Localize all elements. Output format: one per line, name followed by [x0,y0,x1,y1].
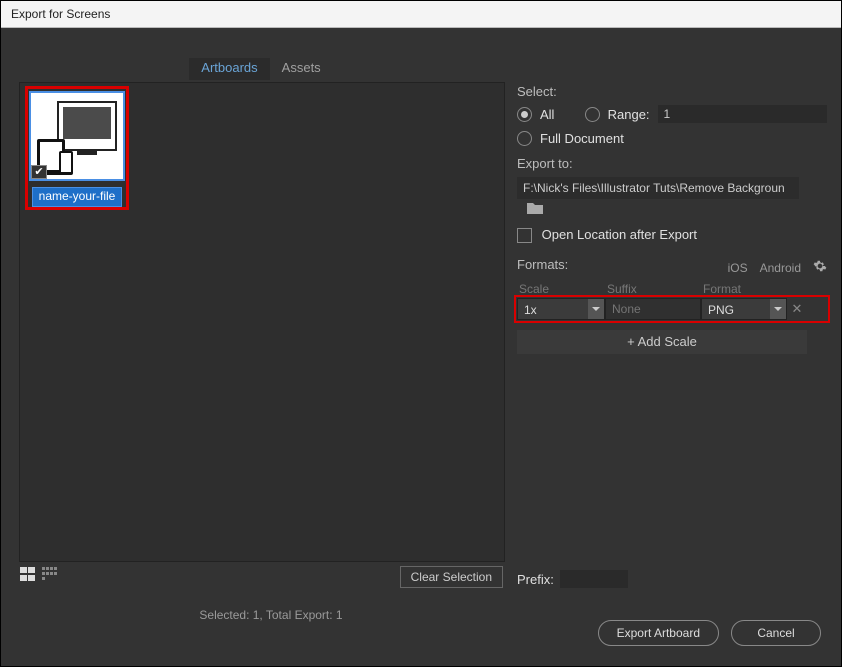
tab-artboards[interactable]: Artboards [189,58,269,80]
tab-assets[interactable]: Assets [270,58,333,80]
view-small-icon[interactable] [41,566,59,582]
open-after-label: Open Location after Export [542,227,697,242]
preset-android[interactable]: Android [760,261,801,275]
format-row: 1x PNG ✕ [517,298,827,320]
col-suffix: Suffix [607,282,703,296]
prefix-input[interactable] [560,570,628,588]
export-dialog: Export for Screens Artboards Assets ✔ na… [0,0,842,667]
range-input[interactable] [658,105,827,123]
export-button[interactable]: Export Artboard [598,620,719,646]
cancel-button[interactable]: Cancel [731,620,821,646]
col-scale: Scale [519,282,607,296]
gear-icon[interactable] [813,259,827,276]
artboard-checkbox[interactable]: ✔ [31,165,47,179]
artboard-preview[interactable]: ✔ [29,91,125,181]
preset-ios[interactable]: iOS [728,261,748,275]
format-dropdown[interactable]: PNG [701,298,787,320]
scale-dropdown[interactable]: 1x [517,298,605,320]
radio-range[interactable] [585,107,600,122]
artboard-name-input[interactable]: name-your-file [32,187,122,207]
col-format: Format [703,282,773,296]
add-scale-button[interactable]: + Add Scale [517,330,807,354]
formats-label: Formats: [517,257,568,272]
prefix-label: Prefix: [517,572,554,587]
format-columns: Scale Suffix Format [517,282,827,296]
browse-folder-icon[interactable] [525,199,545,217]
radio-full-document-label: Full Document [540,131,624,146]
artboards-grid[interactable]: ✔ name-your-file [19,82,505,562]
radio-all-label: All [540,107,577,122]
export-path[interactable]: F:\Nick's Files\Illustrator Tuts\Remove … [517,177,799,199]
radio-all[interactable] [517,107,532,122]
chevron-down-icon [770,299,786,319]
remove-row-icon[interactable]: ✕ [787,298,807,320]
artboard-thumb[interactable]: ✔ name-your-file [28,89,126,207]
suffix-input[interactable] [605,298,701,320]
select-label: Select: [517,84,827,99]
view-large-icon[interactable] [19,566,37,582]
radio-range-label: Range: [608,107,650,122]
export-to-label: Export to: [517,156,827,171]
tabs: Artboards Assets [19,58,503,80]
clear-selection-button[interactable]: Clear Selection [400,566,503,588]
titlebar: Export for Screens [1,1,841,28]
open-after-checkbox[interactable] [517,228,532,243]
window-title: Export for Screens [11,7,110,21]
chevron-down-icon [588,299,604,319]
radio-full-document[interactable] [517,131,532,146]
